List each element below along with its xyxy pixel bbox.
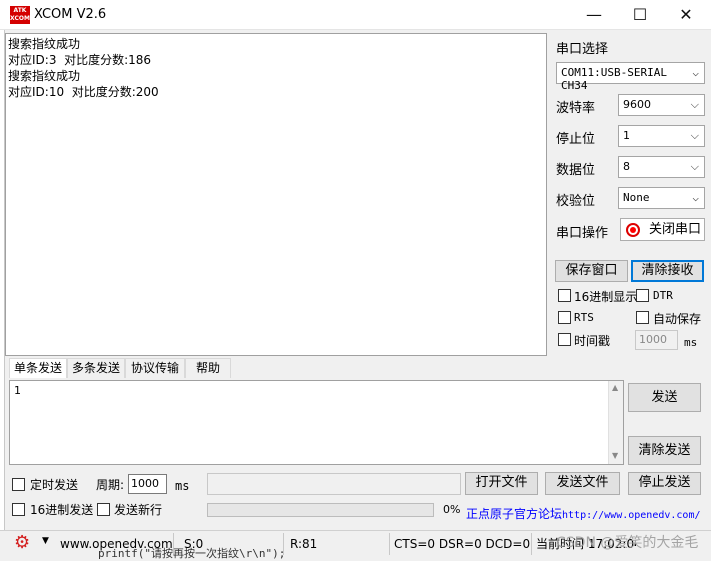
auto-save-label: 自动保存 xyxy=(653,312,702,326)
receive-textarea[interactable]: 搜索指纹成功 对应ID:3 对比度分数:186 搜索指纹成功 对应ID:10 对… xyxy=(5,33,547,356)
rts-label: RTS xyxy=(574,311,594,324)
send-newline-checkbox[interactable] xyxy=(97,503,110,516)
rts-checkbox[interactable] xyxy=(558,311,571,324)
port-select-label: 串口选择 xyxy=(556,42,609,57)
hex-send-checkbox[interactable] xyxy=(12,503,25,516)
chevron-down-icon: ⌵ xyxy=(690,160,699,173)
status-received-count: R:81 xyxy=(286,533,390,555)
period-input[interactable]: 1000 xyxy=(128,474,167,494)
csdn-watermark: CSDN @爱笑的大金毛 xyxy=(556,535,699,551)
chevron-down-icon: ⌵ xyxy=(692,191,699,204)
baud-value: 9600 xyxy=(623,98,651,111)
tab-single-send[interactable]: 单条发送 xyxy=(9,358,67,378)
timestamp-ms-label: ms xyxy=(684,336,698,349)
hex-display-label: 16进制显示 xyxy=(574,290,638,304)
port-select-value: COM11:USB-SERIAL CH34 xyxy=(561,66,667,92)
maximize-button[interactable]: ☐ xyxy=(617,0,663,30)
close-port-label: 关闭串口 xyxy=(649,222,702,237)
data-bits-select[interactable]: 8 ⌵ xyxy=(618,156,705,178)
scroll-up-icon: ▲ xyxy=(612,383,619,392)
parity-select[interactable]: None ⌵ xyxy=(618,187,705,209)
parity-value: None xyxy=(623,191,650,204)
status-signals: CTS=0 DSR=0 DCD=0 xyxy=(392,533,532,555)
chevron-down-icon: ⌵ xyxy=(690,129,699,142)
tab-protocol[interactable]: 协议传输 xyxy=(125,358,185,378)
send-progress-bar xyxy=(207,503,434,517)
minimize-button[interactable]: — xyxy=(571,0,617,30)
data-bits-value: 8 xyxy=(623,160,630,173)
clear-receive-button[interactable]: 清除接收 xyxy=(631,260,704,282)
send-newline-label: 发送新行 xyxy=(114,503,163,517)
send-file-button[interactable]: 发送文件 xyxy=(545,472,620,495)
stop-bits-label: 停止位 xyxy=(556,132,596,147)
forum-url: http://www.openedv.com/ xyxy=(562,510,701,521)
stop-bits-select[interactable]: 1 ⌵ xyxy=(618,125,705,147)
baud-label: 波特率 xyxy=(556,101,596,116)
settings-gear-icon[interactable]: ⚙ xyxy=(14,533,36,553)
close-button[interactable]: ✕ xyxy=(663,0,709,30)
send-button[interactable]: 发送 xyxy=(628,383,701,412)
receive-line: 对应ID:10 对比度分数:200 xyxy=(8,85,159,99)
hex-send-label: 16进制发送 xyxy=(30,503,94,517)
close-port-button[interactable]: 关闭串口 xyxy=(620,218,705,241)
stop-send-button[interactable]: 停止发送 xyxy=(628,472,701,495)
record-indicator-icon xyxy=(626,223,640,237)
data-bits-label: 数据位 xyxy=(556,163,596,178)
window-title: XCOM V2.6 xyxy=(34,7,107,22)
receive-line: 对应ID:3 对比度分数:186 xyxy=(8,53,152,67)
scroll-down-icon: ▼ xyxy=(612,451,619,460)
timed-send-checkbox[interactable] xyxy=(12,478,25,491)
clear-send-button[interactable]: 清除发送 xyxy=(628,436,701,465)
timestamp-input[interactable]: 1000 xyxy=(635,330,678,350)
period-label: 周期: xyxy=(96,478,125,492)
send-progress-label: 0% xyxy=(443,503,461,516)
timestamp-checkbox[interactable] xyxy=(558,333,571,346)
timed-send-label: 定时发送 xyxy=(30,478,79,492)
open-file-button[interactable]: 打开文件 xyxy=(465,472,538,495)
baud-select[interactable]: 9600 ⌵ xyxy=(618,94,705,116)
stop-bits-value: 1 xyxy=(623,129,630,142)
dtr-checkbox[interactable] xyxy=(636,289,649,302)
port-select[interactable]: COM11:USB-SERIAL CH34 ⌵ xyxy=(556,62,705,92)
hex-display-checkbox[interactable] xyxy=(558,289,571,302)
tab-multi-send[interactable]: 多条发送 xyxy=(67,358,125,378)
dropdown-arrow-icon[interactable]: ▼ xyxy=(42,536,49,546)
chevron-down-icon: ⌵ xyxy=(692,66,699,79)
forum-link[interactable]: 正点原子官方论坛http://www.openedv.com/ xyxy=(466,505,701,522)
tab-help[interactable]: 帮助 xyxy=(185,358,231,378)
forum-label: 正点原子官方论坛 xyxy=(466,507,563,521)
send-scrollbar[interactable]: ▲ ▼ xyxy=(608,381,623,464)
receive-line: 搜索指纹成功 xyxy=(8,69,81,83)
auto-save-checkbox[interactable] xyxy=(636,311,649,324)
chevron-down-icon: ⌵ xyxy=(690,98,699,111)
send-textarea[interactable]: 1 xyxy=(9,380,624,465)
port-operation-label: 串口操作 xyxy=(556,226,609,241)
status-sent-count: S:0 xyxy=(178,533,284,555)
app-logo: ATK XCOM xyxy=(10,6,30,24)
parity-label: 校验位 xyxy=(556,194,596,209)
dtr-label: DTR xyxy=(653,289,673,302)
receive-line: 搜索指纹成功 xyxy=(8,37,81,51)
period-ms-label: ms xyxy=(175,479,190,493)
file-path-input[interactable] xyxy=(207,473,461,495)
timestamp-label: 时间戳 xyxy=(574,334,611,348)
save-window-button[interactable]: 保存窗口 xyxy=(555,260,628,282)
